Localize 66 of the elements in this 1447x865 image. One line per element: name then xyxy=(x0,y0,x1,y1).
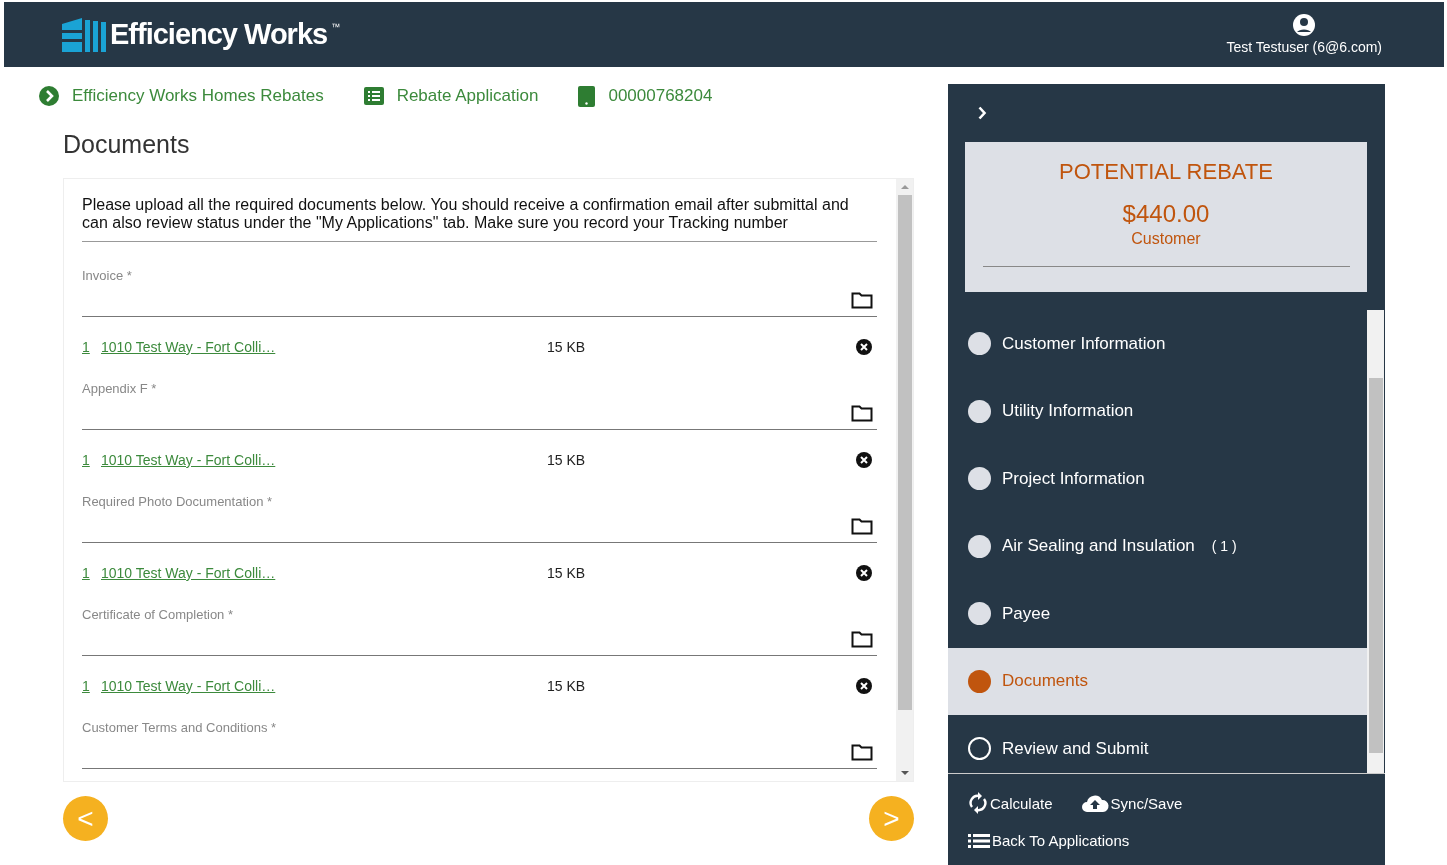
breadcrumb-link[interactable]: 00000768204 xyxy=(608,86,713,106)
list-icon xyxy=(968,833,990,848)
file-link[interactable]: 1010 Test Way - Fort Colli… xyxy=(101,339,276,355)
cloud-upload-icon xyxy=(1080,793,1109,813)
file-size: 15 KB xyxy=(547,339,587,355)
step-label: Project Information xyxy=(1002,468,1145,489)
field-label: Invoice * xyxy=(82,268,133,283)
tablet-icon xyxy=(578,85,596,107)
scrollbar[interactable] xyxy=(896,179,913,781)
step-label: Air Sealing and Insulation xyxy=(1002,536,1195,557)
chevron-right-icon[interactable] xyxy=(978,106,987,120)
user-name[interactable]: Test Testuser (6@6.com) xyxy=(1226,39,1382,55)
step-label: Documents xyxy=(1002,671,1088,692)
rebate-amount: $440.00 xyxy=(1122,200,1210,228)
remove-icon[interactable] xyxy=(856,678,872,694)
brand-name: Efficiency Works xyxy=(110,18,328,51)
action-link[interactable]: Back To Applications xyxy=(968,832,1357,849)
step-item[interactable]: Utility Information xyxy=(948,377,1367,445)
rebate-recipient: Customer xyxy=(1131,230,1201,248)
rebate-title: POTENTIAL REBATE xyxy=(1059,159,1273,185)
action-link[interactable]: Sync/Save xyxy=(1080,792,1183,814)
field-label: Customer Terms and Conditions * xyxy=(82,720,278,735)
folder-icon[interactable] xyxy=(851,630,873,648)
folder-icon[interactable] xyxy=(851,743,873,761)
file-link[interactable]: 1010 Test Way - Fort Colli… xyxy=(101,678,276,694)
chevron-circle-icon xyxy=(39,86,59,106)
field-label: Required Photo Documentation * xyxy=(82,494,274,509)
step-item[interactable]: Payee xyxy=(948,580,1367,648)
trademark: ™ xyxy=(331,21,341,32)
folder-icon[interactable] xyxy=(851,517,873,535)
folder-icon[interactable] xyxy=(851,404,873,422)
step-label: Payee xyxy=(1002,603,1051,624)
step-label: Review and Submit xyxy=(1002,738,1149,759)
file-size: 15 KB xyxy=(547,565,587,581)
file-size: 15 KB xyxy=(547,678,587,694)
field-label: Certificate of Completion * xyxy=(82,607,234,622)
step-item[interactable]: Customer Information xyxy=(948,310,1367,378)
remove-icon[interactable] xyxy=(856,565,872,581)
file-index-link[interactable]: 1 xyxy=(82,452,90,468)
remove-icon[interactable] xyxy=(856,452,872,468)
user-icon[interactable] xyxy=(1293,14,1316,36)
step-count: ( 1 ) xyxy=(1211,538,1237,555)
instructions-text: Please upload all the required documents below. You should receive a confirmation email after submittal and can also review status under the "My Applications" tab. Make sure you record your Tracking number xyxy=(82,196,877,242)
logo-icon xyxy=(62,17,106,52)
step-label: Utility Information xyxy=(1002,401,1134,422)
step-item[interactable]: Review and Submit xyxy=(948,715,1367,773)
file-link[interactable]: 1010 Test Way - Fort Colli… xyxy=(101,452,276,468)
field-label: Appendix F * xyxy=(82,381,158,396)
step-label: Customer Information xyxy=(1002,333,1166,354)
file-link[interactable]: 1010 Test Way - Fort Colli… xyxy=(101,565,276,581)
file-index-link[interactable]: 1 xyxy=(82,339,90,355)
page-title: Documents xyxy=(63,130,191,160)
step-item[interactable]: Documents xyxy=(948,647,1367,715)
scrollbar[interactable] xyxy=(1367,310,1384,773)
file-size: 15 KB xyxy=(547,452,587,468)
folder-icon[interactable] xyxy=(851,291,873,309)
file-index-link[interactable]: 1 xyxy=(82,565,90,581)
refresh-icon xyxy=(968,792,988,814)
step-item[interactable]: Air Sealing and Insulation ( 1 ) xyxy=(948,512,1367,580)
breadcrumb-link[interactable]: Rebate Application xyxy=(396,86,539,106)
step-item[interactable]: Project Information xyxy=(948,445,1367,513)
action-link[interactable]: Calculate xyxy=(968,792,1053,814)
remove-icon[interactable] xyxy=(856,339,872,355)
breadcrumb-link[interactable]: Efficiency Works Homes Rebates xyxy=(72,86,324,106)
list-icon xyxy=(363,87,384,105)
file-index-link[interactable]: 1 xyxy=(82,678,90,694)
